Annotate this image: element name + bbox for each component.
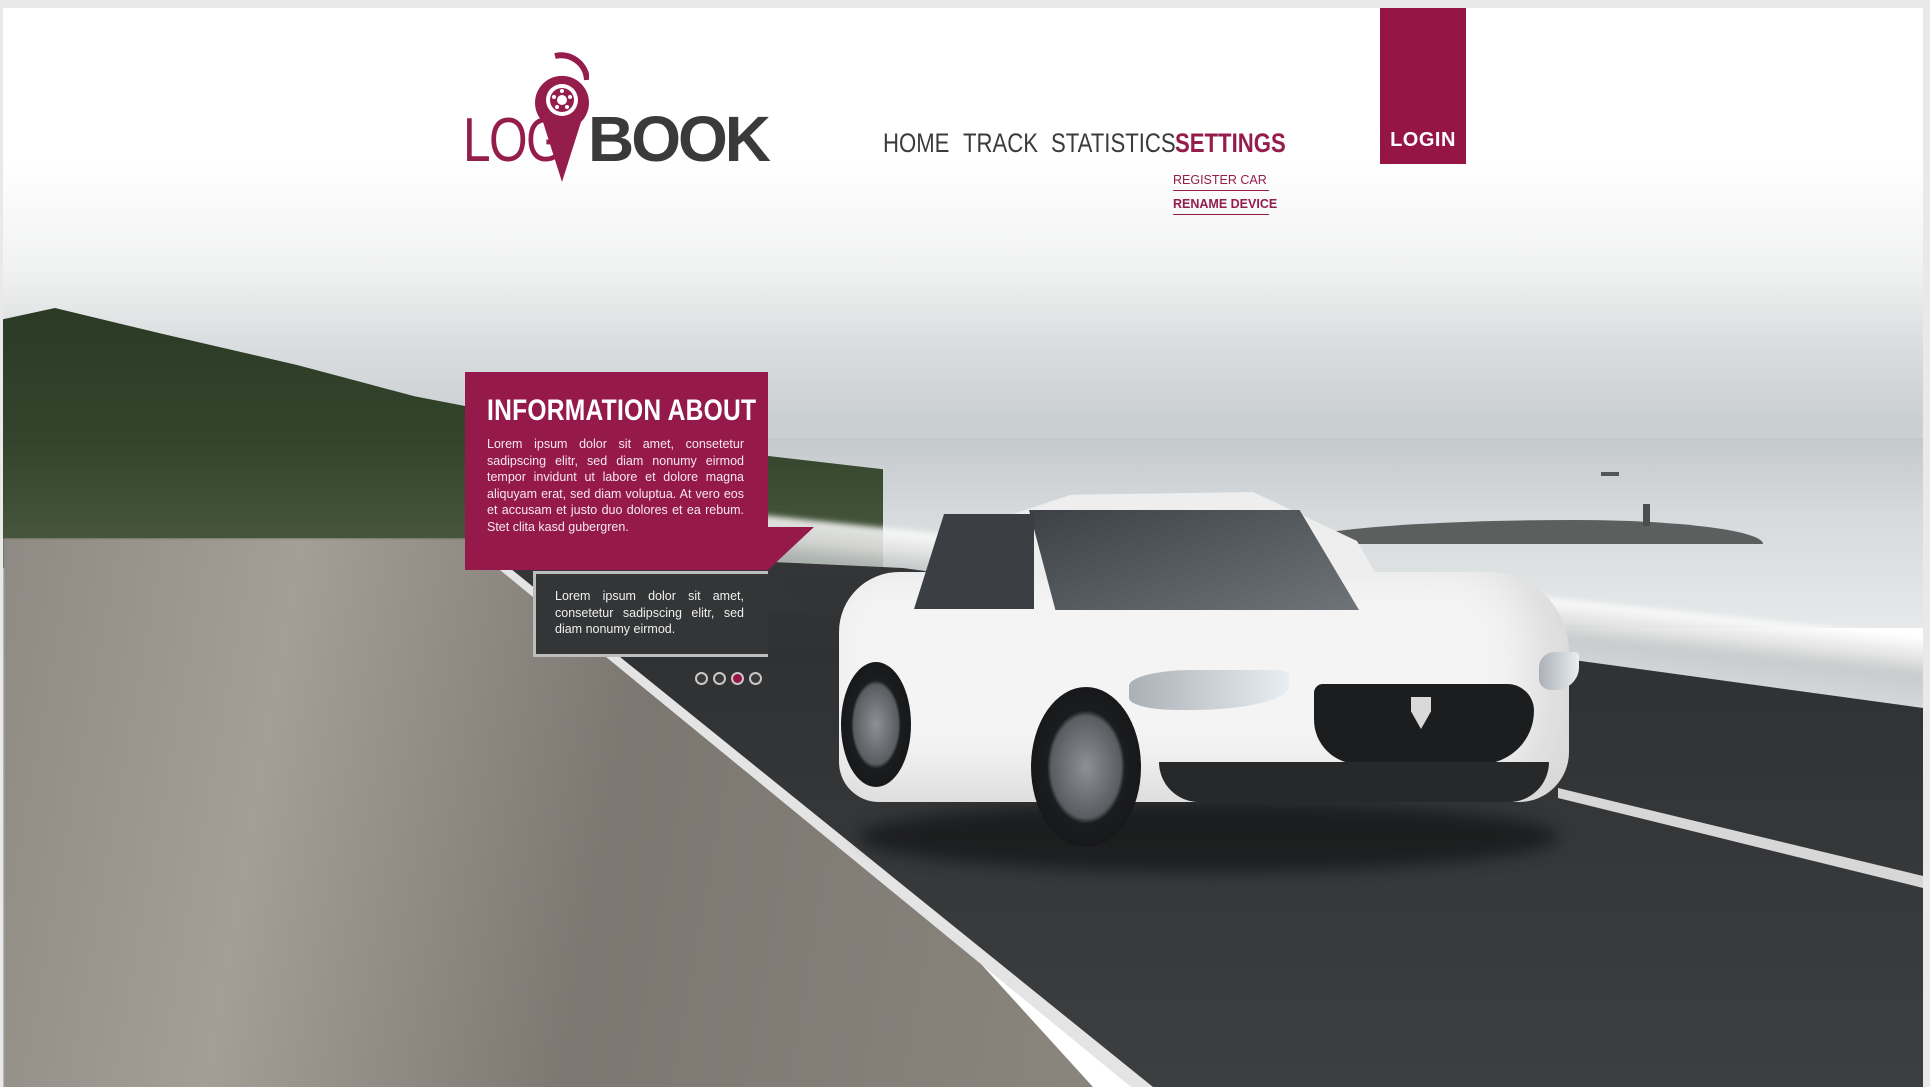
nav-item-track[interactable]: TRACK [963, 128, 1038, 159]
car-front-wheel [1031, 687, 1141, 847]
settings-submenu: REGISTER CAR RENAME DEVICE [1173, 171, 1277, 219]
car-side-window [914, 514, 1034, 609]
nav-item-statistics[interactable]: STATISTICS [1051, 128, 1176, 159]
nav-item-home[interactable]: HOME [883, 128, 949, 159]
slider-dot-2[interactable] [713, 672, 726, 685]
car-headlight-right [1539, 652, 1579, 690]
car-bumper [1159, 762, 1549, 802]
login-button[interactable]: LOGIN [1380, 8, 1466, 164]
submenu-item-rename-device[interactable]: RENAME DEVICE [1173, 195, 1277, 215]
hero-car [839, 492, 1579, 872]
car-shadow [859, 802, 1559, 872]
info-card: INFORMATION ABOUT Lorem ipsum dolor sit … [465, 372, 814, 570]
slider-dot-4[interactable] [749, 672, 762, 685]
submenu-item-register-car[interactable]: REGISTER CAR [1173, 171, 1269, 191]
nav-item-settings[interactable]: SETTINGS [1175, 128, 1286, 159]
info-card-text: Lorem ipsum dolor sit amet, consetetur s… [487, 437, 744, 534]
slider-dot-3-active[interactable] [731, 672, 744, 685]
hero-boat [1601, 472, 1619, 476]
slider-dot-1[interactable] [695, 672, 708, 685]
car-rear-wheel [841, 662, 911, 787]
hero-lighthouse [1643, 504, 1650, 526]
info-subcard: Lorem ipsum dolor sit amet, consetetur s… [533, 571, 808, 657]
logbook-logo[interactable]: LOG BOOK [463, 50, 771, 190]
slider-dots [695, 672, 762, 685]
map-pin-icon [535, 52, 589, 182]
hero-background-image [3, 8, 1923, 1087]
info-card-title: INFORMATION ABOUT [487, 394, 757, 427]
page-frame: LOG BOOK HOME TRACK STATISTICS SETTINGS … [3, 8, 1923, 1087]
car-grille [1314, 684, 1534, 764]
info-subcard-text: Lorem ipsum dolor sit amet, consetetur s… [555, 589, 744, 637]
logo-text-book: BOOK [588, 103, 771, 175]
